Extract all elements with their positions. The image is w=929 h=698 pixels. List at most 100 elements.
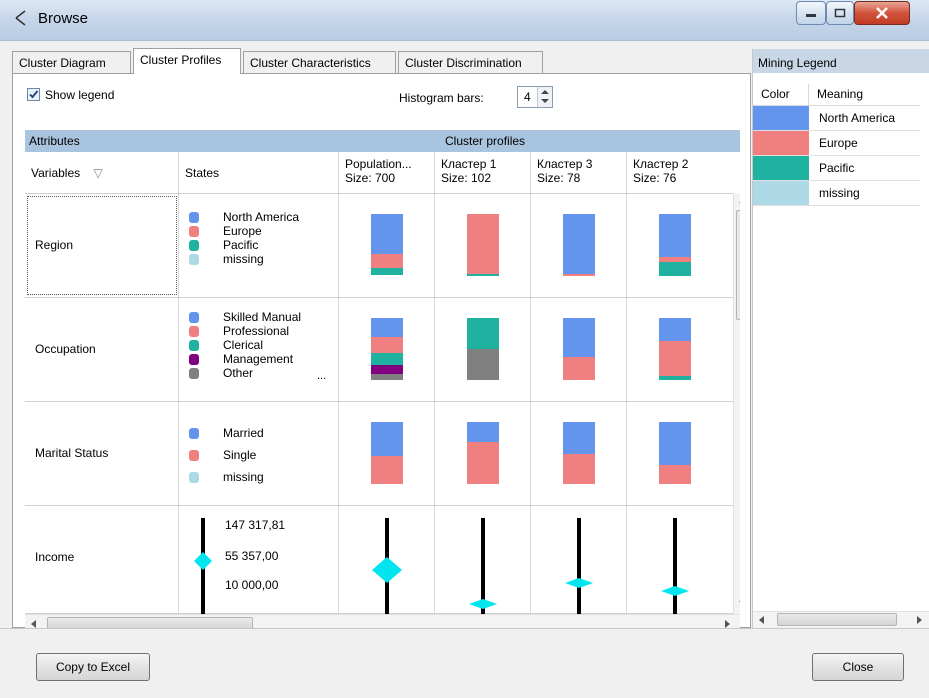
profile-cell — [531, 194, 627, 297]
legend-meaning: Europe — [819, 136, 858, 150]
histogram-bars-spinner[interactable] — [537, 87, 552, 107]
attributes-group-label: Attributes — [29, 134, 80, 148]
tab-cluster-diagram[interactable]: Cluster Diagram — [12, 51, 131, 73]
tab-cluster-profiles[interactable]: Cluster Profiles — [133, 48, 241, 74]
income-mean-marker — [372, 557, 402, 583]
profile-bar-segment — [371, 318, 403, 337]
profile-bar-segment — [659, 318, 691, 341]
spin-up-icon[interactable] — [541, 90, 549, 94]
state-item: Married — [189, 426, 264, 440]
legend-row: missing — [753, 181, 920, 206]
states-column-header[interactable]: States — [179, 152, 339, 193]
profile-cell — [531, 506, 627, 614]
profile-bar — [467, 318, 499, 380]
vertical-scroll-thumb[interactable] — [736, 210, 740, 320]
profile-header-name: Population... — [345, 157, 412, 171]
profile-header-size: Size: 76 — [633, 171, 677, 185]
state-swatch — [189, 368, 199, 379]
state-item: Clerical — [189, 338, 263, 352]
profile-bar — [659, 318, 691, 380]
scroll-right-icon[interactable] — [725, 620, 730, 628]
table-row-income[interactable]: Income 147 317,81 55 357,00 10 000,00 — [25, 506, 740, 614]
legend-meaning-header[interactable]: Meaning — [809, 84, 920, 106]
more-states-ellipsis[interactable]: ... — [317, 370, 326, 382]
copy-to-excel-button[interactable]: Copy to Excel — [36, 653, 150, 681]
tab-cluster-discrimination[interactable]: Cluster Discrimination — [398, 51, 543, 73]
variable-cell[interactable]: Occupation — [25, 298, 179, 401]
state-item: Skilled Manual — [189, 310, 301, 324]
legend-swatch — [753, 181, 809, 205]
legend-swatch — [753, 156, 809, 180]
title-bar: Browse — [0, 0, 929, 41]
profile-bar-segment — [371, 214, 403, 254]
profile-header-cluster-1[interactable]: Кластер 1 Size: 102 — [435, 152, 531, 193]
variables-column-header[interactable]: Variables ▽ — [25, 152, 179, 193]
profile-bar — [659, 422, 691, 484]
profile-bar-segment — [563, 274, 595, 276]
variable-name: Occupation — [35, 342, 96, 356]
state-item: Professional — [189, 324, 289, 338]
profile-cell — [435, 194, 531, 297]
profile-bar — [371, 422, 403, 484]
profile-bar — [563, 214, 595, 276]
legend-scroll-thumb[interactable] — [777, 613, 897, 626]
states-cell: North America Europe Pacific missing — [179, 194, 339, 297]
scroll-left-icon[interactable] — [759, 616, 764, 624]
mining-legend-panel: Mining Legend Color Meaning North Americ… — [752, 49, 929, 628]
profile-header-cluster-2[interactable]: Кластер 2 Size: 76 — [627, 152, 723, 193]
table-row-occupation[interactable]: Occupation Skilled Manual Professional C… — [25, 298, 740, 402]
state-swatch — [189, 254, 199, 265]
scroll-left-icon[interactable] — [31, 620, 36, 628]
cluster-profiles-group-label: Cluster profiles — [445, 134, 526, 148]
income-mean-marker — [469, 599, 497, 609]
show-legend-label: Show legend — [45, 88, 115, 102]
profile-bar-segment — [371, 268, 403, 275]
tab-cluster-characteristics[interactable]: Cluster Characteristics — [243, 51, 396, 73]
window-title: Browse — [38, 10, 89, 27]
profile-bar-segment — [659, 262, 691, 276]
state-item: missing — [189, 470, 264, 484]
maximize-button[interactable] — [826, 1, 854, 25]
profile-bar-segment — [467, 442, 499, 484]
profile-bar-segment — [563, 454, 595, 484]
table-row-region[interactable]: Region North America Europe Pacific miss… — [25, 194, 740, 298]
scroll-up-icon[interactable] — [739, 198, 740, 203]
state-swatch — [189, 212, 199, 223]
grid-vertical-scrollbar[interactable] — [733, 193, 740, 614]
profile-bar — [563, 318, 595, 380]
dialog-button-bar: Copy to Excel Close — [0, 628, 929, 698]
spin-down-icon[interactable] — [541, 99, 549, 103]
variable-cell[interactable]: Marital Status — [25, 402, 179, 505]
show-legend-checkbox[interactable] — [27, 88, 40, 101]
table-row-marital-status[interactable]: Marital Status Married Single missing — [25, 402, 740, 506]
profile-bar-segment — [371, 374, 403, 380]
legend-row: Pacific — [753, 156, 920, 181]
variable-name: Region — [35, 238, 74, 252]
legend-horizontal-scrollbar[interactable] — [753, 611, 929, 628]
close-window-button[interactable] — [854, 1, 910, 25]
income-mean-marker — [565, 578, 593, 588]
scroll-right-icon[interactable] — [917, 616, 922, 624]
states-cell: 147 317,81 55 357,00 10 000,00 — [179, 506, 339, 614]
legend-swatch — [753, 106, 809, 130]
profile-bar-segment — [467, 318, 499, 349]
variable-cell[interactable]: Income — [25, 506, 179, 614]
profile-bar-segment — [371, 254, 403, 268]
minimize-button[interactable] — [796, 1, 826, 25]
sort-filter-icon[interactable]: ▽ — [93, 166, 102, 180]
profile-cell — [627, 402, 723, 505]
profile-header-cluster-3[interactable]: Кластер 3 Size: 78 — [531, 152, 627, 193]
profile-header-population[interactable]: Population... Size: 700 — [339, 152, 435, 193]
legend-color-header[interactable]: Color — [753, 84, 809, 106]
income-mean-value: 55 357,00 — [225, 549, 279, 563]
scroll-down-icon[interactable] — [739, 601, 740, 606]
profile-bar — [467, 422, 499, 484]
profile-bar-segment — [467, 214, 499, 274]
profile-bar-segment — [563, 357, 595, 380]
profile-bar-segment — [371, 337, 403, 353]
income-max-value: 147 317,81 — [225, 518, 286, 532]
variable-cell[interactable]: Region — [25, 194, 179, 297]
profile-bar-segment — [467, 274, 499, 276]
profile-cell — [435, 298, 531, 401]
close-button[interactable]: Close — [812, 653, 904, 681]
